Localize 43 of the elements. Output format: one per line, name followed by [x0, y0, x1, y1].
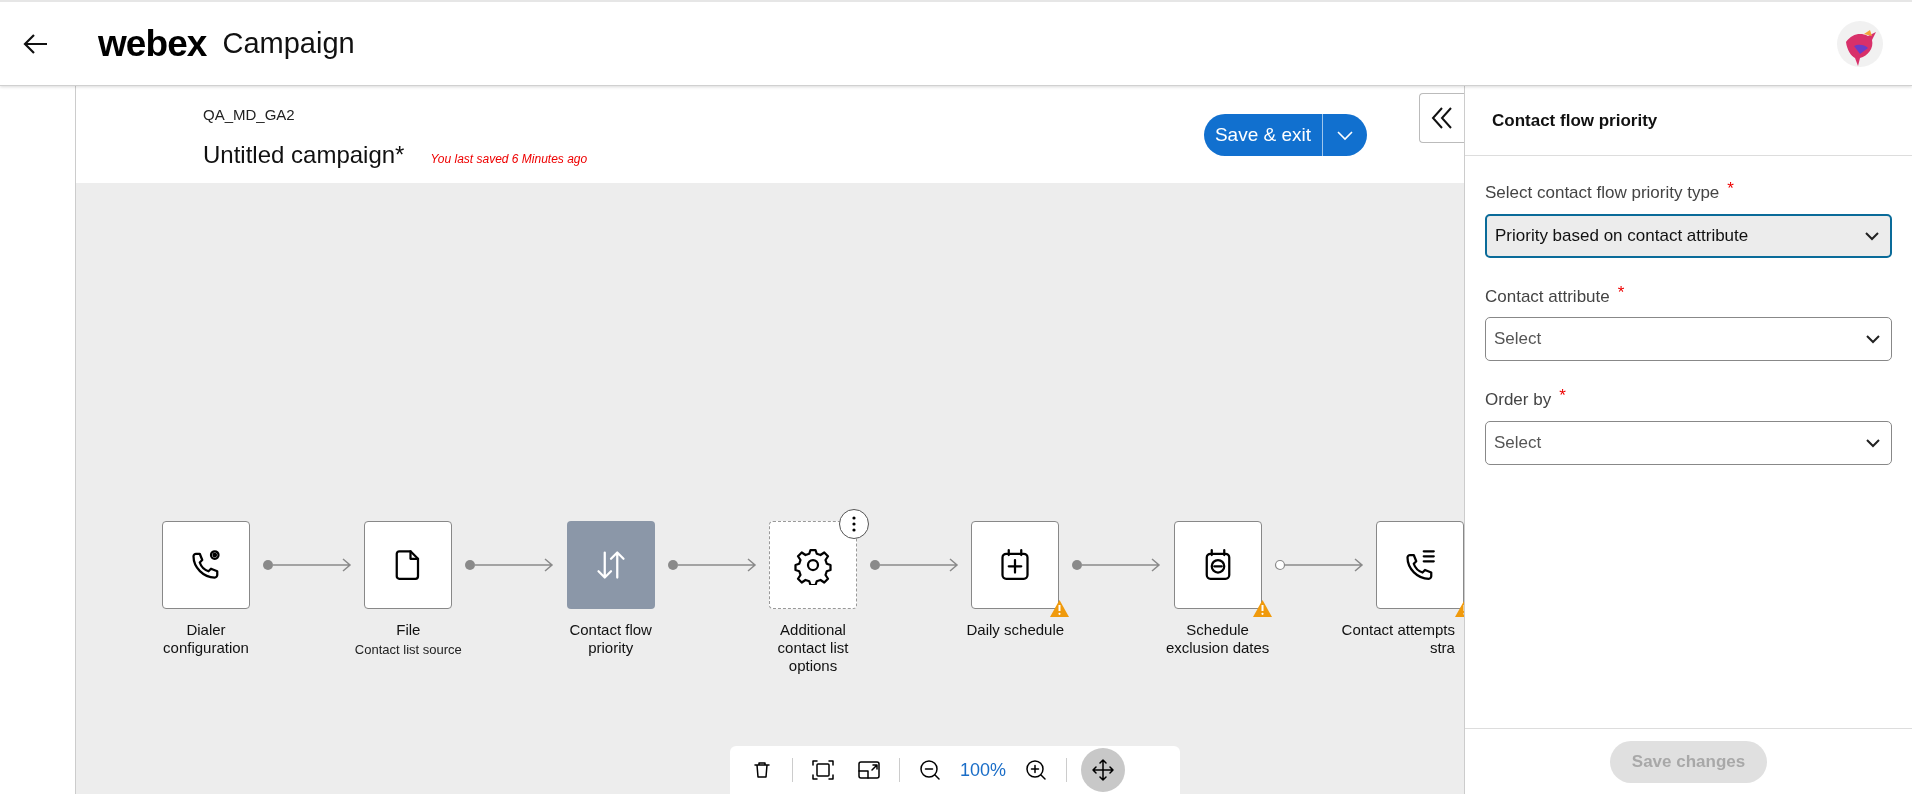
flow-node[interactable] — [971, 521, 1060, 609]
app-title: Campaign — [222, 25, 355, 61]
panel-title: Contact flow priority — [1492, 109, 1658, 132]
more-options-button[interactable] — [839, 509, 869, 539]
flow-node[interactable] — [566, 521, 655, 609]
tenant-name: QA_MD_GA2 — [203, 105, 296, 125]
node-label: File — [396, 621, 421, 639]
collapse-panel-button[interactable] — [1419, 93, 1464, 143]
flow-node[interactable] — [1375, 521, 1464, 609]
kebab-menu-icon — [852, 516, 856, 532]
node-label: Contact flow priority — [568, 621, 653, 657]
campaign-name: Untitled campaign* — [203, 139, 405, 170]
brand-logo: webex — [98, 21, 207, 66]
node-sublabel: Contact list source — [354, 641, 462, 659]
node-label: Additional contact list options — [776, 621, 850, 675]
select-field[interactable]: Select — [1485, 420, 1892, 465]
select-field[interactable]: Select — [1485, 317, 1892, 361]
node-label: Daily schedule — [966, 621, 1065, 639]
last-saved-note: You last saved 6 Minutes ago — [430, 150, 588, 168]
avatar-icon[interactable] — [1836, 19, 1884, 68]
required-mark: * — [1617, 283, 1625, 301]
minimap-icon — [857, 758, 881, 782]
required-mark: * — [1727, 180, 1734, 197]
field-label: Contact attribute — [1485, 285, 1610, 308]
zoom-out-icon — [918, 758, 942, 782]
fit-frame-icon — [811, 758, 835, 782]
select-field[interactable]: Priority based on contact attribute — [1485, 213, 1892, 258]
field-label: Order by — [1485, 389, 1552, 411]
flow-node[interactable] — [162, 521, 250, 609]
flow-node[interactable] — [364, 521, 453, 609]
node-label: Schedule exclusion dates — [1164, 621, 1271, 657]
save-exit-split-button[interactable]: Save & exit — [1203, 114, 1367, 156]
pan-button[interactable] — [1081, 748, 1126, 792]
node-label: Dialer configuration — [162, 621, 250, 657]
field-label: Select contact flow priority type — [1485, 182, 1720, 204]
node-label: Contact attempts stra — [1340, 621, 1455, 657]
flow-node[interactable] — [1173, 521, 1262, 609]
required-mark: * — [1559, 387, 1566, 404]
zoom-in-icon — [1024, 758, 1049, 782]
flow-node[interactable] — [769, 521, 857, 609]
zoom-level: 100% — [960, 758, 1007, 782]
move-arrows-icon — [1091, 758, 1116, 782]
trash-icon — [752, 760, 772, 780]
